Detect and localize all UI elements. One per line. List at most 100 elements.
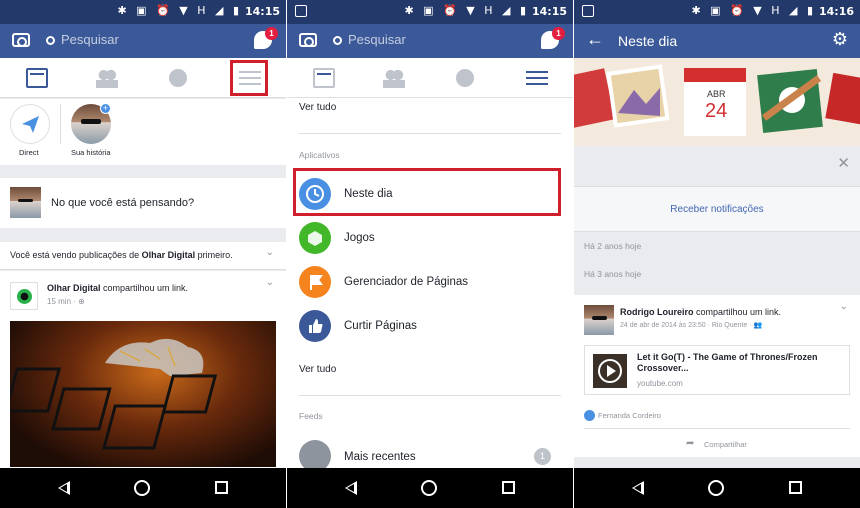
android-nav-bar	[574, 468, 860, 508]
image-notification-icon	[582, 5, 594, 17]
home-icon[interactable]	[708, 480, 724, 496]
post-time: 15 min · ⊕	[47, 297, 85, 306]
share-button[interactable]: Compartilhar	[704, 440, 747, 449]
author-avatar[interactable]	[584, 305, 614, 335]
messenger-badge: 1	[552, 27, 565, 40]
glasses	[17, 198, 34, 203]
flag-icon	[299, 266, 331, 298]
status-bar: ✱ ▣ ⏰ ▼ H ◢ ▮ 14:15	[0, 0, 286, 24]
home-icon[interactable]	[421, 480, 437, 496]
camera-icon[interactable]	[299, 33, 317, 47]
home-icon[interactable]	[134, 480, 150, 496]
see-all-link-2[interactable]: Ver tudo	[299, 364, 336, 375]
status-time: 14:15	[244, 5, 280, 18]
back-icon[interactable]	[58, 481, 70, 495]
post-author[interactable]: Olhar Digital	[47, 283, 101, 293]
status-icons: ✱ ▣ ⏰ ▼ H ◢ ▮	[404, 4, 529, 17]
section-apps-header: Aplicativos	[299, 150, 340, 160]
share-icon: ➦	[686, 438, 695, 449]
tab-notifications-icon[interactable]	[169, 69, 187, 87]
screen-news-feed: ✱ ▣ ⏰ ▼ H ◢ ▮ 14:15 Pesquisar 1 Direct +…	[0, 0, 286, 508]
tab-notifications-icon[interactable]	[456, 69, 474, 87]
recents-icon[interactable]	[215, 481, 228, 494]
app-item-like-pages[interactable]: Curtir Páginas	[344, 320, 417, 332]
feed-item-most-recent[interactable]: Mais recentes	[344, 451, 416, 463]
divider	[60, 104, 61, 144]
back-icon[interactable]	[345, 481, 357, 495]
header-illustration: ABR 24	[574, 58, 860, 146]
post-author[interactable]: Rodrigo Loureiro	[620, 307, 694, 317]
tab-menu-icon[interactable]	[526, 71, 548, 85]
top-bar: Pesquisar 1	[0, 24, 286, 58]
highlight-box	[293, 168, 561, 216]
post-header: Rodrigo Loureiro compartilhou um link.	[620, 307, 782, 317]
circuit-brain-illustration	[10, 338, 218, 450]
page-title: Neste dia	[618, 33, 678, 49]
tab-bar	[287, 58, 573, 98]
memory-post-card: Rodrigo Loureiro compartilhou um link. 2…	[574, 295, 860, 457]
post-card: Olhar Digital compartilhou um link. 15 m…	[0, 271, 286, 468]
link-domain: youtube.com	[637, 379, 683, 388]
status-icons: ✱ ▣ ⏰ ▼ H ◢ ▮	[117, 4, 242, 17]
tab-news-feed-icon[interactable]	[26, 68, 48, 88]
priority-banner: Você está vendo publicações de Olhar Dig…	[0, 242, 286, 270]
app-item-pages-manager[interactable]: Gerenciador de Páginas	[344, 276, 468, 288]
notification-bar: Receber notificações	[574, 186, 860, 232]
separator	[299, 133, 561, 134]
search-input[interactable]: Pesquisar	[333, 32, 406, 47]
glasses	[591, 316, 607, 320]
post-options-icon[interactable]: ⌄	[840, 301, 848, 312]
story-label-yours: Sua história	[71, 148, 111, 157]
post-image[interactable]	[10, 321, 276, 467]
glasses	[81, 119, 101, 124]
status-bar: ✱ ▣ ⏰ ▼ H ◢ ▮ 14:16	[574, 0, 860, 24]
search-icon	[333, 36, 342, 45]
android-nav-bar	[287, 468, 573, 508]
tab-friends-icon[interactable]	[96, 68, 118, 88]
post-options-icon[interactable]: ⌄	[266, 277, 274, 288]
info-strip: ✕	[574, 146, 860, 186]
search-placeholder: Pesquisar	[348, 32, 406, 47]
app-item-games[interactable]: Jogos	[344, 232, 375, 244]
years-ago-2[interactable]: Há 2 anos hoje	[584, 241, 641, 251]
direct-button[interactable]	[10, 104, 50, 144]
years-ago-3[interactable]: Há 3 anos hoje	[584, 269, 641, 279]
search-input[interactable]: Pesquisar	[46, 32, 119, 47]
receive-notifications-button[interactable]: Receber notificações	[574, 204, 860, 215]
search-icon	[46, 36, 55, 45]
calendar-month: ABR	[707, 89, 726, 99]
add-story-icon[interactable]: +	[100, 103, 111, 114]
like-icon	[299, 310, 331, 342]
composer[interactable]: No que você está pensando?	[0, 178, 286, 228]
story-label-direct: Direct	[19, 148, 39, 157]
section-feeds-header: Feeds	[299, 411, 323, 421]
separator	[584, 428, 850, 429]
back-arrow-icon[interactable]: ←	[586, 29, 604, 50]
tab-news-feed-icon[interactable]	[313, 68, 335, 88]
post-meta: 24 de abr de 2014 às 23:50 · Rio Quente …	[620, 322, 763, 329]
see-all-link[interactable]: Ver tudo	[299, 102, 336, 113]
feed-count-badge: 1	[534, 448, 551, 465]
search-placeholder: Pesquisar	[61, 32, 119, 47]
messenger-badge: 1	[265, 27, 278, 40]
image-notification-icon	[295, 5, 307, 17]
priority-text: Você está vendo publicações de Olhar Dig…	[10, 250, 233, 260]
top-bar: ← Neste dia ⚙	[574, 24, 860, 58]
liker-name[interactable]: Fernanda Cordeiro	[598, 411, 661, 420]
like-reaction-icon	[584, 410, 595, 421]
chevron-down-icon[interactable]: ⌄	[266, 247, 274, 258]
olhar-digital-logo[interactable]	[10, 282, 38, 310]
friends-icon: 👥	[753, 322, 763, 329]
tab-friends-icon[interactable]	[383, 68, 405, 88]
post-header: Olhar Digital compartilhou um link.	[47, 283, 189, 293]
settings-gear-icon[interactable]: ⚙	[832, 29, 848, 50]
recents-icon[interactable]	[789, 481, 802, 494]
link-preview[interactable]: Let it Go(T) - The Game of Thrones/Froze…	[584, 345, 850, 395]
back-icon[interactable]	[632, 481, 644, 495]
recents-icon[interactable]	[502, 481, 515, 494]
separator	[299, 395, 561, 396]
screen-menu: ✱ ▣ ⏰ ▼ H ◢ ▮ 14:15 Pesquisar 1 Ver tudo…	[287, 0, 573, 508]
close-icon[interactable]: ✕	[837, 154, 850, 172]
camera-icon[interactable]	[12, 33, 30, 47]
highlight-box	[230, 60, 268, 96]
